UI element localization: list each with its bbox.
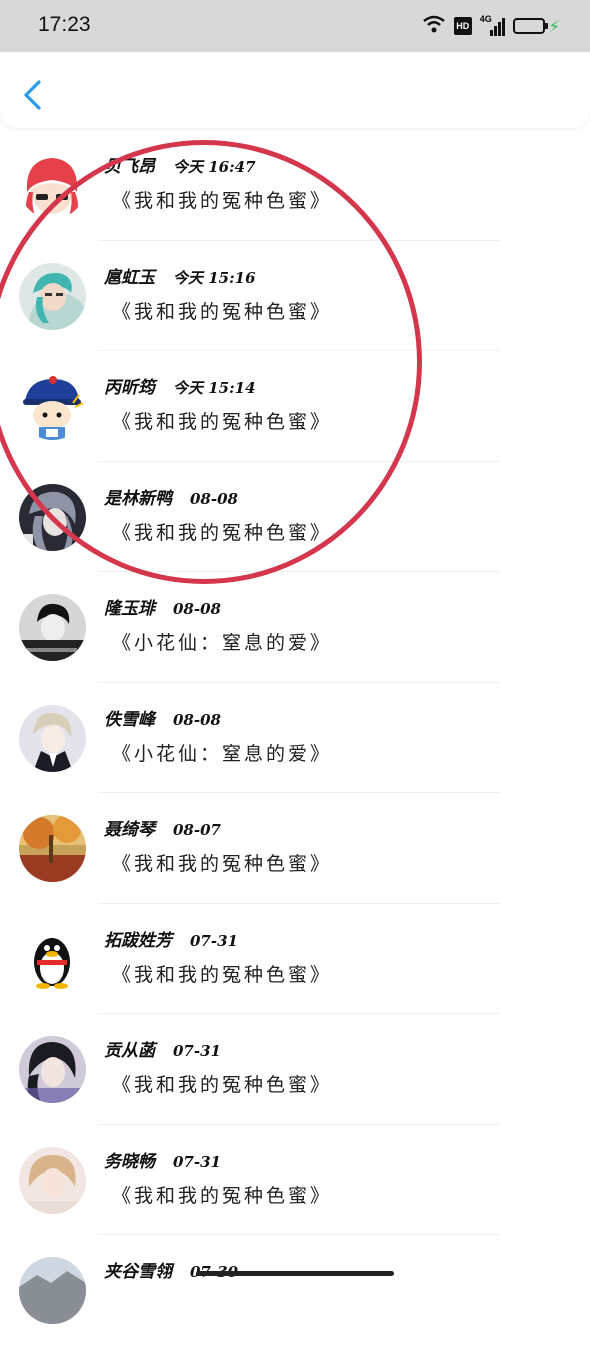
conversation-row[interactable]: 拓跋姓芳 07-31 《我和我的冤种色蜜》 bbox=[0, 904, 590, 1014]
avatar bbox=[19, 152, 86, 219]
avatar bbox=[19, 925, 86, 993]
message-time: 08-07 bbox=[173, 821, 221, 839]
contact-name: 隆玉琲 bbox=[104, 599, 155, 619]
contact-name: 务晓畅 bbox=[104, 1151, 155, 1172]
message-preview: 《我和我的冤种色蜜》 bbox=[112, 411, 333, 433]
message-preview: 《我和我的冤种色蜜》 bbox=[112, 1074, 333, 1096]
avatar bbox=[19, 1036, 86, 1103]
contact-name: 拓跋姓芳 bbox=[104, 930, 172, 951]
conversation-title: 佚雪峰 08-08 bbox=[104, 705, 221, 730]
message-time: 今天 15:16 bbox=[173, 268, 256, 287]
conversation-title: 贝飞昂 今天 16:47 bbox=[104, 152, 256, 177]
status-icons: HD 4G ⚡ bbox=[422, 12, 560, 40]
avatar bbox=[19, 1146, 86, 1214]
contact-name: 佚雪峰 bbox=[104, 709, 155, 730]
cellular-signal-icon: 4G bbox=[479, 14, 505, 36]
conversation-row[interactable]: 扈虹玉 今天 15:16 《我和我的冤种色蜜》 bbox=[0, 241, 590, 351]
conversation-row[interactable]: 隆玉琲 08-08 《小花仙：窒息的爱》 bbox=[0, 572, 590, 683]
message-preview: 《我和我的冤种色蜜》 bbox=[112, 853, 333, 875]
conversation-row[interactable]: 聂绮琴 08-07 《我和我的冤种色蜜》 bbox=[0, 793, 590, 904]
status-time: 17:23 bbox=[38, 13, 91, 36]
charging-bolt-icon: ⚡ bbox=[548, 16, 560, 36]
message-time: 今天 16:47 bbox=[173, 158, 256, 176]
conversation-title: 拓跋姓芳 07-31 bbox=[104, 926, 238, 951]
contact-name: 聂绮琴 bbox=[104, 820, 155, 840]
avatar bbox=[19, 483, 86, 551]
conversation-row[interactable]: 佚雪峰 08-08 《小花仙：窒息的爱》 bbox=[0, 683, 590, 793]
conversation-row[interactable]: 是林新鸭 08-08 《我和我的冤种色蜜》 bbox=[0, 462, 590, 572]
network-label: 4G bbox=[479, 14, 492, 24]
message-preview: 《我和我的冤种色蜜》 bbox=[112, 521, 333, 544]
avatar bbox=[19, 262, 86, 330]
message-preview: 《我和我的冤种色蜜》 bbox=[112, 1184, 333, 1207]
back-button[interactable] bbox=[20, 78, 44, 112]
conversation-title: 是林新鸭 08-08 bbox=[104, 484, 238, 509]
conversation-row[interactable]: 丙昕筠 今天 15:14 《我和我的冤种色蜜》 bbox=[0, 351, 590, 462]
message-preview: 《我和我的冤种色蜜》 bbox=[112, 190, 333, 212]
message-time: 07-31 bbox=[173, 1042, 221, 1060]
contact-name: 扈虹玉 bbox=[104, 267, 155, 288]
message-time: 07-31 bbox=[190, 931, 238, 950]
header-bar bbox=[0, 52, 590, 128]
message-preview: 《我和我的冤种色蜜》 bbox=[112, 300, 333, 323]
avatar bbox=[19, 704, 86, 772]
contact-name: 贡从菡 bbox=[104, 1041, 155, 1061]
conversation-list: 贝飞昂 今天 16:47 《我和我的冤种色蜜》 扈虹玉 今天 15:16 《我和我的… bbox=[0, 130, 590, 1346]
conversation-row[interactable]: 务晓畅 07-31 《我和我的冤种色蜜》 bbox=[0, 1125, 590, 1235]
battery-icon bbox=[512, 18, 548, 34]
contact-name: 贝飞昂 bbox=[104, 157, 155, 177]
home-indicator[interactable] bbox=[196, 1271, 394, 1276]
avatar bbox=[19, 815, 86, 882]
conversation-title: 扈虹玉 今天 15:16 bbox=[104, 263, 256, 288]
conversation-title: 务晓畅 07-31 bbox=[104, 1147, 221, 1172]
wifi-icon bbox=[422, 14, 446, 38]
avatar bbox=[19, 1257, 86, 1324]
hd-badge: HD bbox=[453, 17, 472, 35]
contact-name: 夹谷雪翎 bbox=[104, 1262, 172, 1282]
avatar bbox=[19, 594, 86, 661]
contact-name: 是林新鸭 bbox=[104, 488, 172, 509]
avatar bbox=[19, 373, 86, 440]
message-time: 今天 15:14 bbox=[173, 379, 256, 397]
message-preview: 《小花仙：窒息的爱》 bbox=[112, 742, 333, 765]
conversation-title: 贡从菡 07-31 bbox=[104, 1036, 221, 1061]
message-preview: 《我和我的冤种色蜜》 bbox=[112, 963, 333, 986]
chevron-left-icon bbox=[20, 80, 44, 116]
message-time: 08-08 bbox=[173, 710, 221, 729]
message-preview: 《小花仙：窒息的爱》 bbox=[112, 632, 333, 654]
conversation-row[interactable]: 夹谷雪翎07-30 bbox=[0, 1235, 590, 1346]
conversation-row[interactable]: 贝飞昂 今天 16:47 《我和我的冤种色蜜》 bbox=[0, 130, 590, 241]
message-time: 08-08 bbox=[190, 489, 238, 508]
message-time: 07-31 bbox=[173, 1152, 221, 1171]
conversation-row[interactable]: 贡从菡 07-31 《我和我的冤种色蜜》 bbox=[0, 1014, 590, 1125]
conversation-title: 夹谷雪翎07-30 bbox=[104, 1257, 238, 1282]
conversation-title: 隆玉琲 08-08 bbox=[104, 594, 221, 619]
contact-name: 丙昕筠 bbox=[104, 378, 155, 398]
message-time: 08-08 bbox=[173, 600, 221, 618]
status-bar: 17:23 HD 4G ⚡ bbox=[0, 0, 590, 52]
conversation-title: 丙昕筠 今天 15:14 bbox=[104, 373, 256, 398]
conversation-title: 聂绮琴 08-07 bbox=[104, 815, 221, 840]
